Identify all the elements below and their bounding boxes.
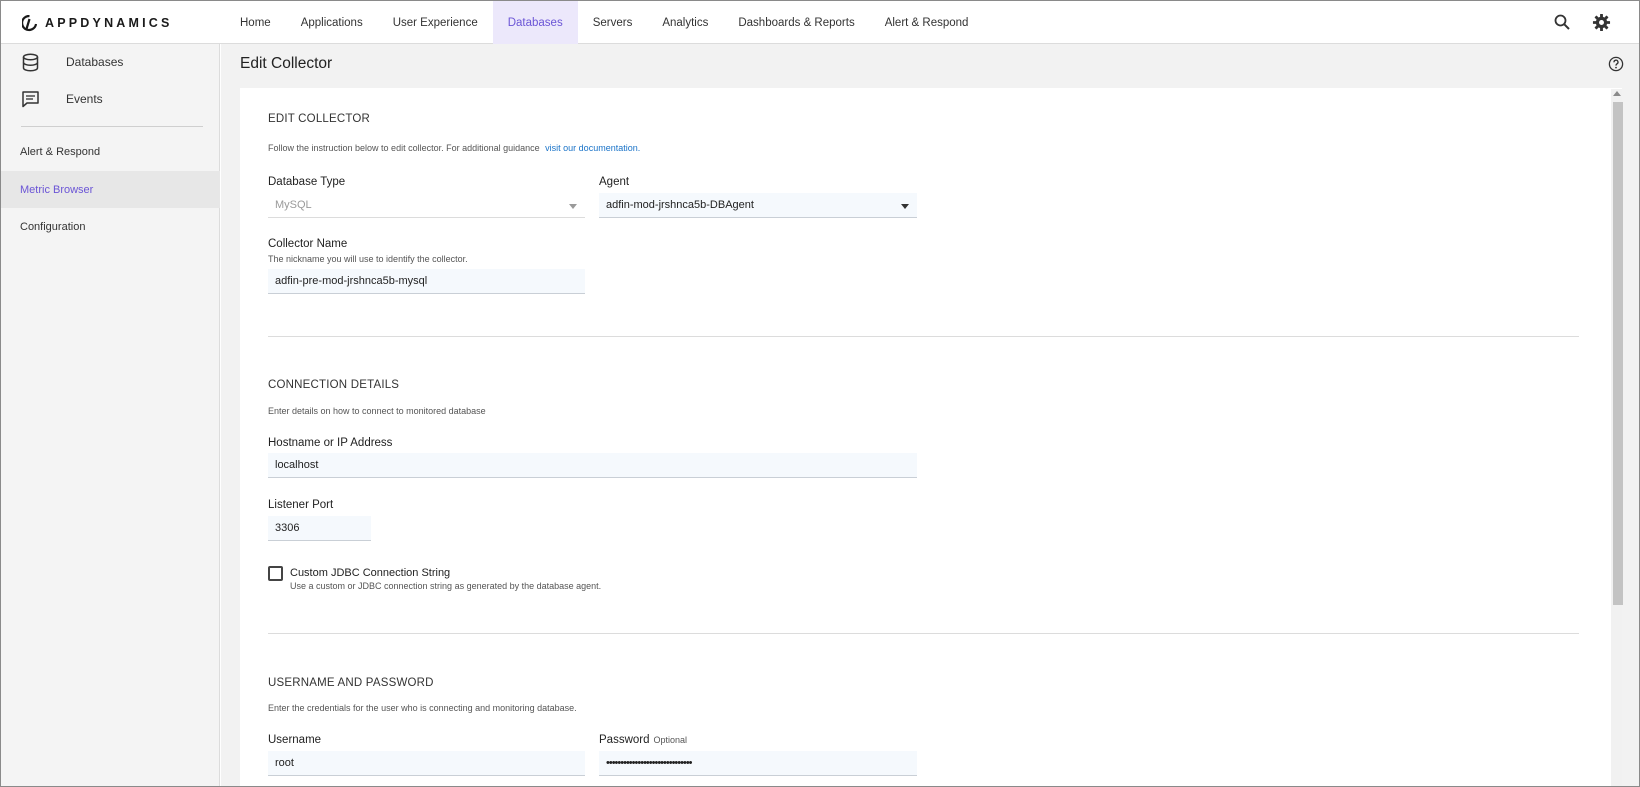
custom-jdbc-checkbox[interactable] [268, 566, 283, 581]
sidebar-item-alert-respond[interactable]: Alert & Respond [1, 133, 220, 170]
help-circle-icon[interactable] [1608, 56, 1624, 72]
collector-name-sub: The nickname you will use to identify th… [268, 254, 468, 264]
password-label-text: Password [599, 734, 650, 746]
custom-jdbc-sub: Use a custom or JDBC connection string a… [290, 581, 602, 591]
edit-collector-title: EDIT COLLECTOR [268, 113, 371, 125]
password-input[interactable] [599, 751, 917, 776]
app-window: APPDYNAMICS Home Applications User Exper… [0, 0, 1640, 787]
sidebar-divider [21, 126, 203, 127]
agent-select[interactable]: adfin-mod-jrshnca5b-DBAgent [599, 193, 917, 218]
agent-value: adfin-mod-jrshnca5b-DBAgent [606, 199, 754, 211]
brand-name: APPDYNAMICS [45, 16, 173, 30]
sidebar-item-label: Databases [66, 55, 124, 69]
listener-port-label: Listener Port [268, 499, 334, 511]
database-icon [22, 52, 39, 72]
custom-jdbc-label: Custom JDBC Connection String [290, 567, 451, 579]
section-divider [268, 633, 1579, 634]
search-icon[interactable] [1553, 13, 1572, 32]
username-label: Username [268, 734, 322, 746]
sidebar-item-metric-browser[interactable]: Metric Browser [1, 171, 220, 208]
scrollbar-thumb[interactable] [1613, 102, 1623, 605]
database-type-select: MySQL [268, 193, 585, 218]
main-nav: Home Applications User Experience Databa… [225, 1, 983, 44]
password-optional-tag: Optional [653, 735, 688, 745]
nav-item-servers[interactable]: Servers [578, 1, 648, 44]
page-title: Edit Collector [240, 55, 333, 72]
chevron-down-icon [569, 204, 577, 209]
chevron-down-icon [901, 204, 909, 209]
collector-name-input[interactable] [268, 269, 585, 294]
brand-logo[interactable]: APPDYNAMICS [22, 14, 173, 32]
hostname-input[interactable] [268, 453, 917, 478]
connection-details-help: Enter details on how to connect to monit… [268, 406, 486, 416]
sidebar-item-events[interactable]: Events [1, 81, 220, 117]
nav-item-applications[interactable]: Applications [286, 1, 378, 44]
nav-item-analytics[interactable]: Analytics [647, 1, 723, 44]
edit-collector-help-text: Follow the instruction below to edit col… [268, 143, 540, 153]
chat-icon [22, 90, 39, 107]
listener-port-input[interactable] [268, 516, 371, 541]
sidebar-item-databases[interactable]: Databases [1, 44, 220, 80]
credentials-help: Enter the credentials for the user who i… [268, 703, 577, 713]
scroll-up-arrow-icon[interactable] [1613, 91, 1621, 96]
username-input[interactable] [268, 751, 585, 776]
collector-name-label: Collector Name [268, 238, 348, 250]
nav-item-databases[interactable]: Databases [492, 1, 578, 44]
nav-item-alert-respond[interactable]: Alert & Respond [870, 1, 984, 44]
nav-item-dashboards-reports[interactable]: Dashboards & Reports [723, 1, 869, 44]
sidebar: Databases Events Alert & Respond Metric … [1, 44, 220, 786]
sidebar-item-configuration[interactable]: Configuration [1, 208, 220, 245]
gear-icon[interactable] [1592, 13, 1611, 32]
documentation-link[interactable]: visit our documentation. [545, 143, 640, 153]
edit-collector-help: Follow the instruction below to edit col… [268, 143, 640, 153]
agent-label: Agent [599, 176, 630, 188]
database-type-label: Database Type [268, 176, 346, 188]
username-password-title: USERNAME AND PASSWORD [268, 677, 434, 689]
top-navigation-bar: APPDYNAMICS Home Applications User Exper… [1, 1, 1639, 44]
password-label: Password Optional [599, 734, 687, 746]
appdynamics-logo-icon [22, 14, 37, 31]
nav-item-user-experience[interactable]: User Experience [378, 1, 493, 44]
database-type-value: MySQL [275, 199, 312, 211]
nav-item-home[interactable]: Home [225, 1, 286, 44]
hostname-label: Hostname or IP Address [268, 437, 393, 449]
connection-details-title: CONNECTION DETAILS [268, 379, 400, 391]
section-divider [268, 336, 1579, 337]
sidebar-item-label: Events [66, 92, 103, 106]
